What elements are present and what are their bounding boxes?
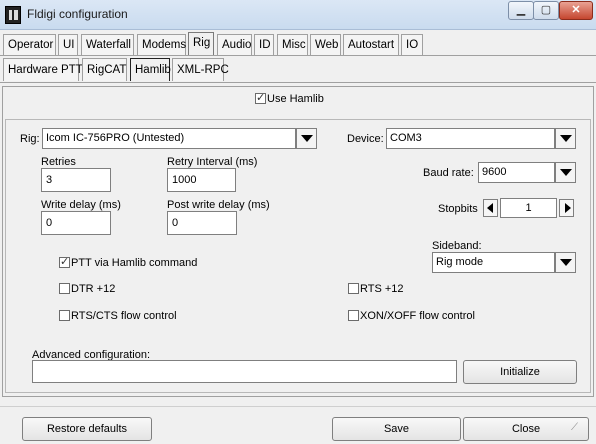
sideband-dropdown-arrow-icon[interactable] [555, 252, 576, 273]
rig-dropdown-arrow-icon[interactable] [296, 128, 317, 149]
rts-cts-label: RTS/CTS flow control [71, 310, 177, 322]
xon-xoff-checkbox[interactable] [348, 310, 359, 321]
tab-rig[interactable]: Rig [188, 32, 214, 55]
tab-autostart[interactable]: Autostart [343, 34, 399, 55]
tab-audio[interactable]: Audio [217, 34, 252, 55]
advanced-config-input[interactable] [32, 360, 457, 383]
baud-rate-dropdown-arrow-icon[interactable] [555, 162, 576, 183]
tab-hardware-ptt[interactable]: Hardware PTT [3, 58, 83, 81]
post-write-delay-label: Post write delay (ms) [167, 199, 270, 211]
rts-cts-checkbox[interactable] [59, 310, 70, 321]
post-write-delay-input[interactable]: 0 [167, 211, 237, 235]
tab-row-divider [0, 55, 596, 56]
close-window-button[interactable]: ✕ [559, 1, 593, 20]
write-delay-input[interactable]: 0 [41, 211, 111, 235]
xon-xoff-label: XON/XOFF flow control [360, 310, 475, 322]
window-title: Fldigi configuration [27, 7, 128, 21]
tab-ui[interactable]: UI [58, 34, 78, 55]
rig-value: Icom IC-756PRO (Untested) [46, 132, 185, 144]
device-select[interactable]: COM3 [386, 128, 555, 149]
tab-io[interactable]: IO [401, 34, 423, 55]
stopbits-input[interactable]: 1 [500, 198, 557, 218]
triangle-right-icon [565, 203, 571, 213]
baud-rate-value: 9600 [482, 166, 507, 178]
baud-rate-select[interactable]: 9600 [478, 162, 555, 183]
ptt-via-hamlib-label: PTT via Hamlib command [71, 257, 198, 269]
sideband-label: Sideband: [432, 240, 482, 252]
sideband-value: Rig mode [436, 256, 484, 268]
device-label: Device: [347, 133, 384, 145]
initialize-button[interactable]: Initialize [463, 360, 577, 384]
rts-checkbox[interactable] [348, 283, 359, 294]
tab-web[interactable]: Web [310, 34, 341, 55]
footer-divider [0, 406, 596, 407]
retry-interval-label: Retry Interval (ms) [167, 156, 258, 168]
stopbits-decrement-button[interactable] [483, 199, 498, 217]
tab-hamlib[interactable]: Hamlib [130, 58, 171, 81]
dtr-label: DTR +12 [71, 283, 116, 295]
stopbits-label: Stopbits [438, 203, 478, 215]
resize-grip-icon[interactable]: ⟋ [571, 422, 591, 434]
device-value: COM3 [390, 132, 422, 144]
use-hamlib-checkbox[interactable] [255, 91, 266, 104]
save-button[interactable]: Save [332, 417, 461, 441]
sideband-select[interactable]: Rig mode [432, 252, 555, 273]
ptt-via-hamlib-checkbox[interactable] [59, 255, 70, 268]
write-delay-label: Write delay (ms) [41, 199, 121, 211]
tab-misc[interactable]: Misc [277, 34, 308, 55]
device-dropdown-arrow-icon[interactable] [555, 128, 576, 149]
restore-defaults-button[interactable]: Restore defaults [22, 417, 152, 441]
tab-id[interactable]: ID [254, 34, 274, 55]
fldigi-app-icon [5, 6, 21, 24]
retries-input[interactable]: 3 [41, 168, 111, 192]
subtab-row-divider [0, 82, 596, 83]
minimize-button[interactable]: ▁ [508, 1, 534, 20]
tab-operator[interactable]: Operator [3, 34, 56, 55]
rts-label: RTS +12 [360, 283, 404, 295]
baud-rate-label: Baud rate: [423, 167, 474, 179]
use-hamlib-label: Use Hamlib [267, 93, 324, 105]
retries-label: Retries [41, 156, 76, 168]
triangle-left-icon [487, 203, 493, 213]
retry-interval-input[interactable]: 1000 [167, 168, 236, 192]
rig-label: Rig: [20, 133, 40, 145]
tab-rigcat[interactable]: RigCAT [82, 58, 127, 81]
stopbits-increment-button[interactable] [559, 199, 574, 217]
rig-select[interactable]: Icom IC-756PRO (Untested) [42, 128, 296, 149]
dtr-checkbox[interactable] [59, 283, 70, 294]
maximize-button[interactable]: ▢ [533, 1, 559, 20]
tab-xml-rpc[interactable]: XML-RPC [172, 58, 229, 81]
tab-waterfall[interactable]: Waterfall [81, 34, 134, 55]
tab-modems[interactable]: Modems [137, 34, 186, 55]
